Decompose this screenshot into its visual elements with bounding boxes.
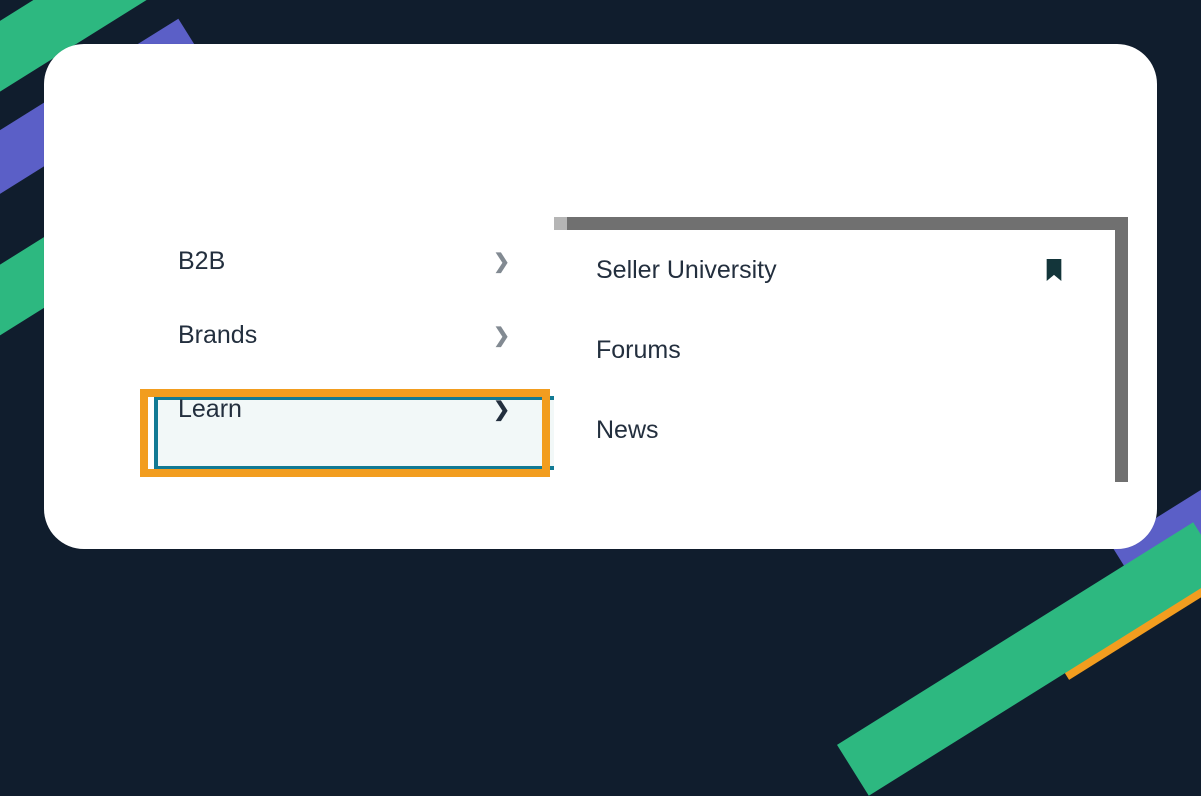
submenu-panel: Seller University Forums News bbox=[554, 230, 1115, 482]
submenu-list: Seller University Forums News bbox=[554, 230, 1115, 482]
submenu-item-label: News bbox=[596, 416, 659, 445]
highlight-overlay bbox=[140, 389, 550, 477]
submenu-item-label: Seller University bbox=[596, 256, 777, 285]
menu-item-brands[interactable]: Brands ❯ bbox=[144, 298, 544, 372]
bookmark-icon bbox=[1045, 259, 1063, 281]
menu-item-label: B2B bbox=[178, 247, 225, 276]
submenu-item-label: Forums bbox=[596, 336, 681, 365]
content-card: B2B ❯ Brands ❯ Learn ❯ Seller University… bbox=[44, 44, 1157, 549]
panel-shadow bbox=[1115, 217, 1128, 482]
chevron-right-icon: ❯ bbox=[493, 323, 510, 348]
menu-item-label: Brands bbox=[178, 321, 257, 350]
decorative-stripe bbox=[837, 522, 1201, 795]
menu-item-b2b[interactable]: B2B ❯ bbox=[144, 224, 544, 298]
panel-shadow bbox=[554, 217, 1128, 230]
chevron-right-icon: ❯ bbox=[493, 249, 510, 274]
submenu-item-forums[interactable]: Forums bbox=[554, 310, 1115, 390]
submenu-item-seller-university[interactable]: Seller University bbox=[554, 230, 1115, 310]
submenu-item-news[interactable]: News bbox=[554, 390, 1115, 470]
